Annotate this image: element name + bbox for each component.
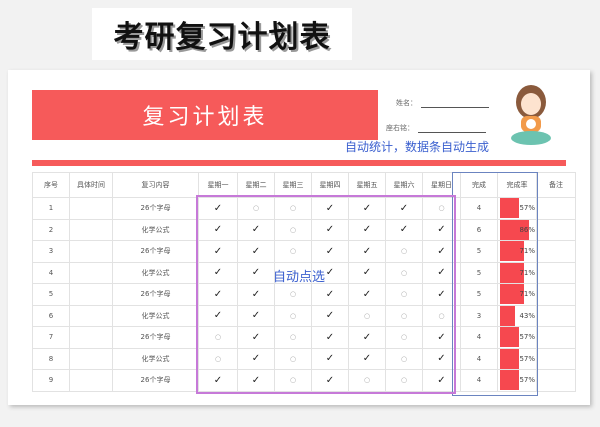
note-cell[interactable] [536,218,576,241]
name-label: 姓名： [396,99,417,107]
time-cell[interactable] [69,197,113,220]
time-cell[interactable] [69,326,113,349]
note-cell[interactable] [536,326,576,349]
column-header: 序号 [32,172,70,198]
auto-stat-highlight [452,172,538,396]
name-field[interactable]: 姓名： [396,98,489,108]
column-header: 星期二 [237,172,275,198]
note-cell[interactable] [536,261,576,284]
note-cell[interactable] [536,283,576,306]
row-number: 1 [32,197,70,220]
row-number: 9 [32,369,70,392]
divider [32,160,566,166]
content-cell: 化学公式 [112,218,199,241]
row-number: 7 [32,326,70,349]
auto-stat-annotation: 自动统计，数据条自动生成 [345,140,490,154]
note-cell[interactable] [536,197,576,220]
content-cell: 26个字母 [112,197,199,220]
row-number: 8 [32,347,70,370]
column-header: 复习内容 [112,172,199,198]
column-header: 具体时间 [69,172,113,198]
girl-avatar-icon [511,85,551,145]
content-cell: 26个字母 [112,240,199,263]
column-header: 星期一 [198,172,238,198]
content-cell: 化学公式 [112,347,199,370]
column-header: 星期五 [348,172,386,198]
sheet-banner: 复习计划表 [32,90,378,140]
plan-sheet: 复习计划表 姓名： 座右铭： 自动统计，数据条自动生成 序号 具体时间 复习内容 星期… [8,70,590,405]
auto-select-highlight [196,195,456,394]
motto-label: 座右铭： [386,124,414,132]
row-number: 6 [32,304,70,327]
column-header: 备注 [536,172,576,198]
time-cell[interactable] [69,283,113,306]
row-number: 3 [32,240,70,263]
row-number: 2 [32,218,70,241]
note-cell[interactable] [536,240,576,263]
auto-select-annotation: 自动点选 [273,270,326,285]
column-header: 星期六 [385,172,423,198]
column-header: 星期三 [274,172,312,198]
time-cell[interactable] [69,304,113,327]
content-cell: 26个字母 [112,369,199,392]
row-number: 4 [32,261,70,284]
time-cell[interactable] [69,218,113,241]
note-cell[interactable] [536,304,576,327]
time-cell[interactable] [69,261,113,284]
time-cell[interactable] [69,347,113,370]
column-header: 星期四 [311,172,349,198]
content-cell: 26个字母 [112,283,199,306]
time-cell[interactable] [69,240,113,263]
note-cell[interactable] [536,369,576,392]
row-number: 5 [32,283,70,306]
content-cell: 化学公式 [112,261,199,284]
motto-field[interactable]: 座右铭： [386,123,486,133]
note-cell[interactable] [536,347,576,370]
content-cell: 26个字母 [112,326,199,349]
page-title: 考研复习计划表 [92,8,352,60]
content-cell: 化学公式 [112,304,199,327]
time-cell[interactable] [69,369,113,392]
